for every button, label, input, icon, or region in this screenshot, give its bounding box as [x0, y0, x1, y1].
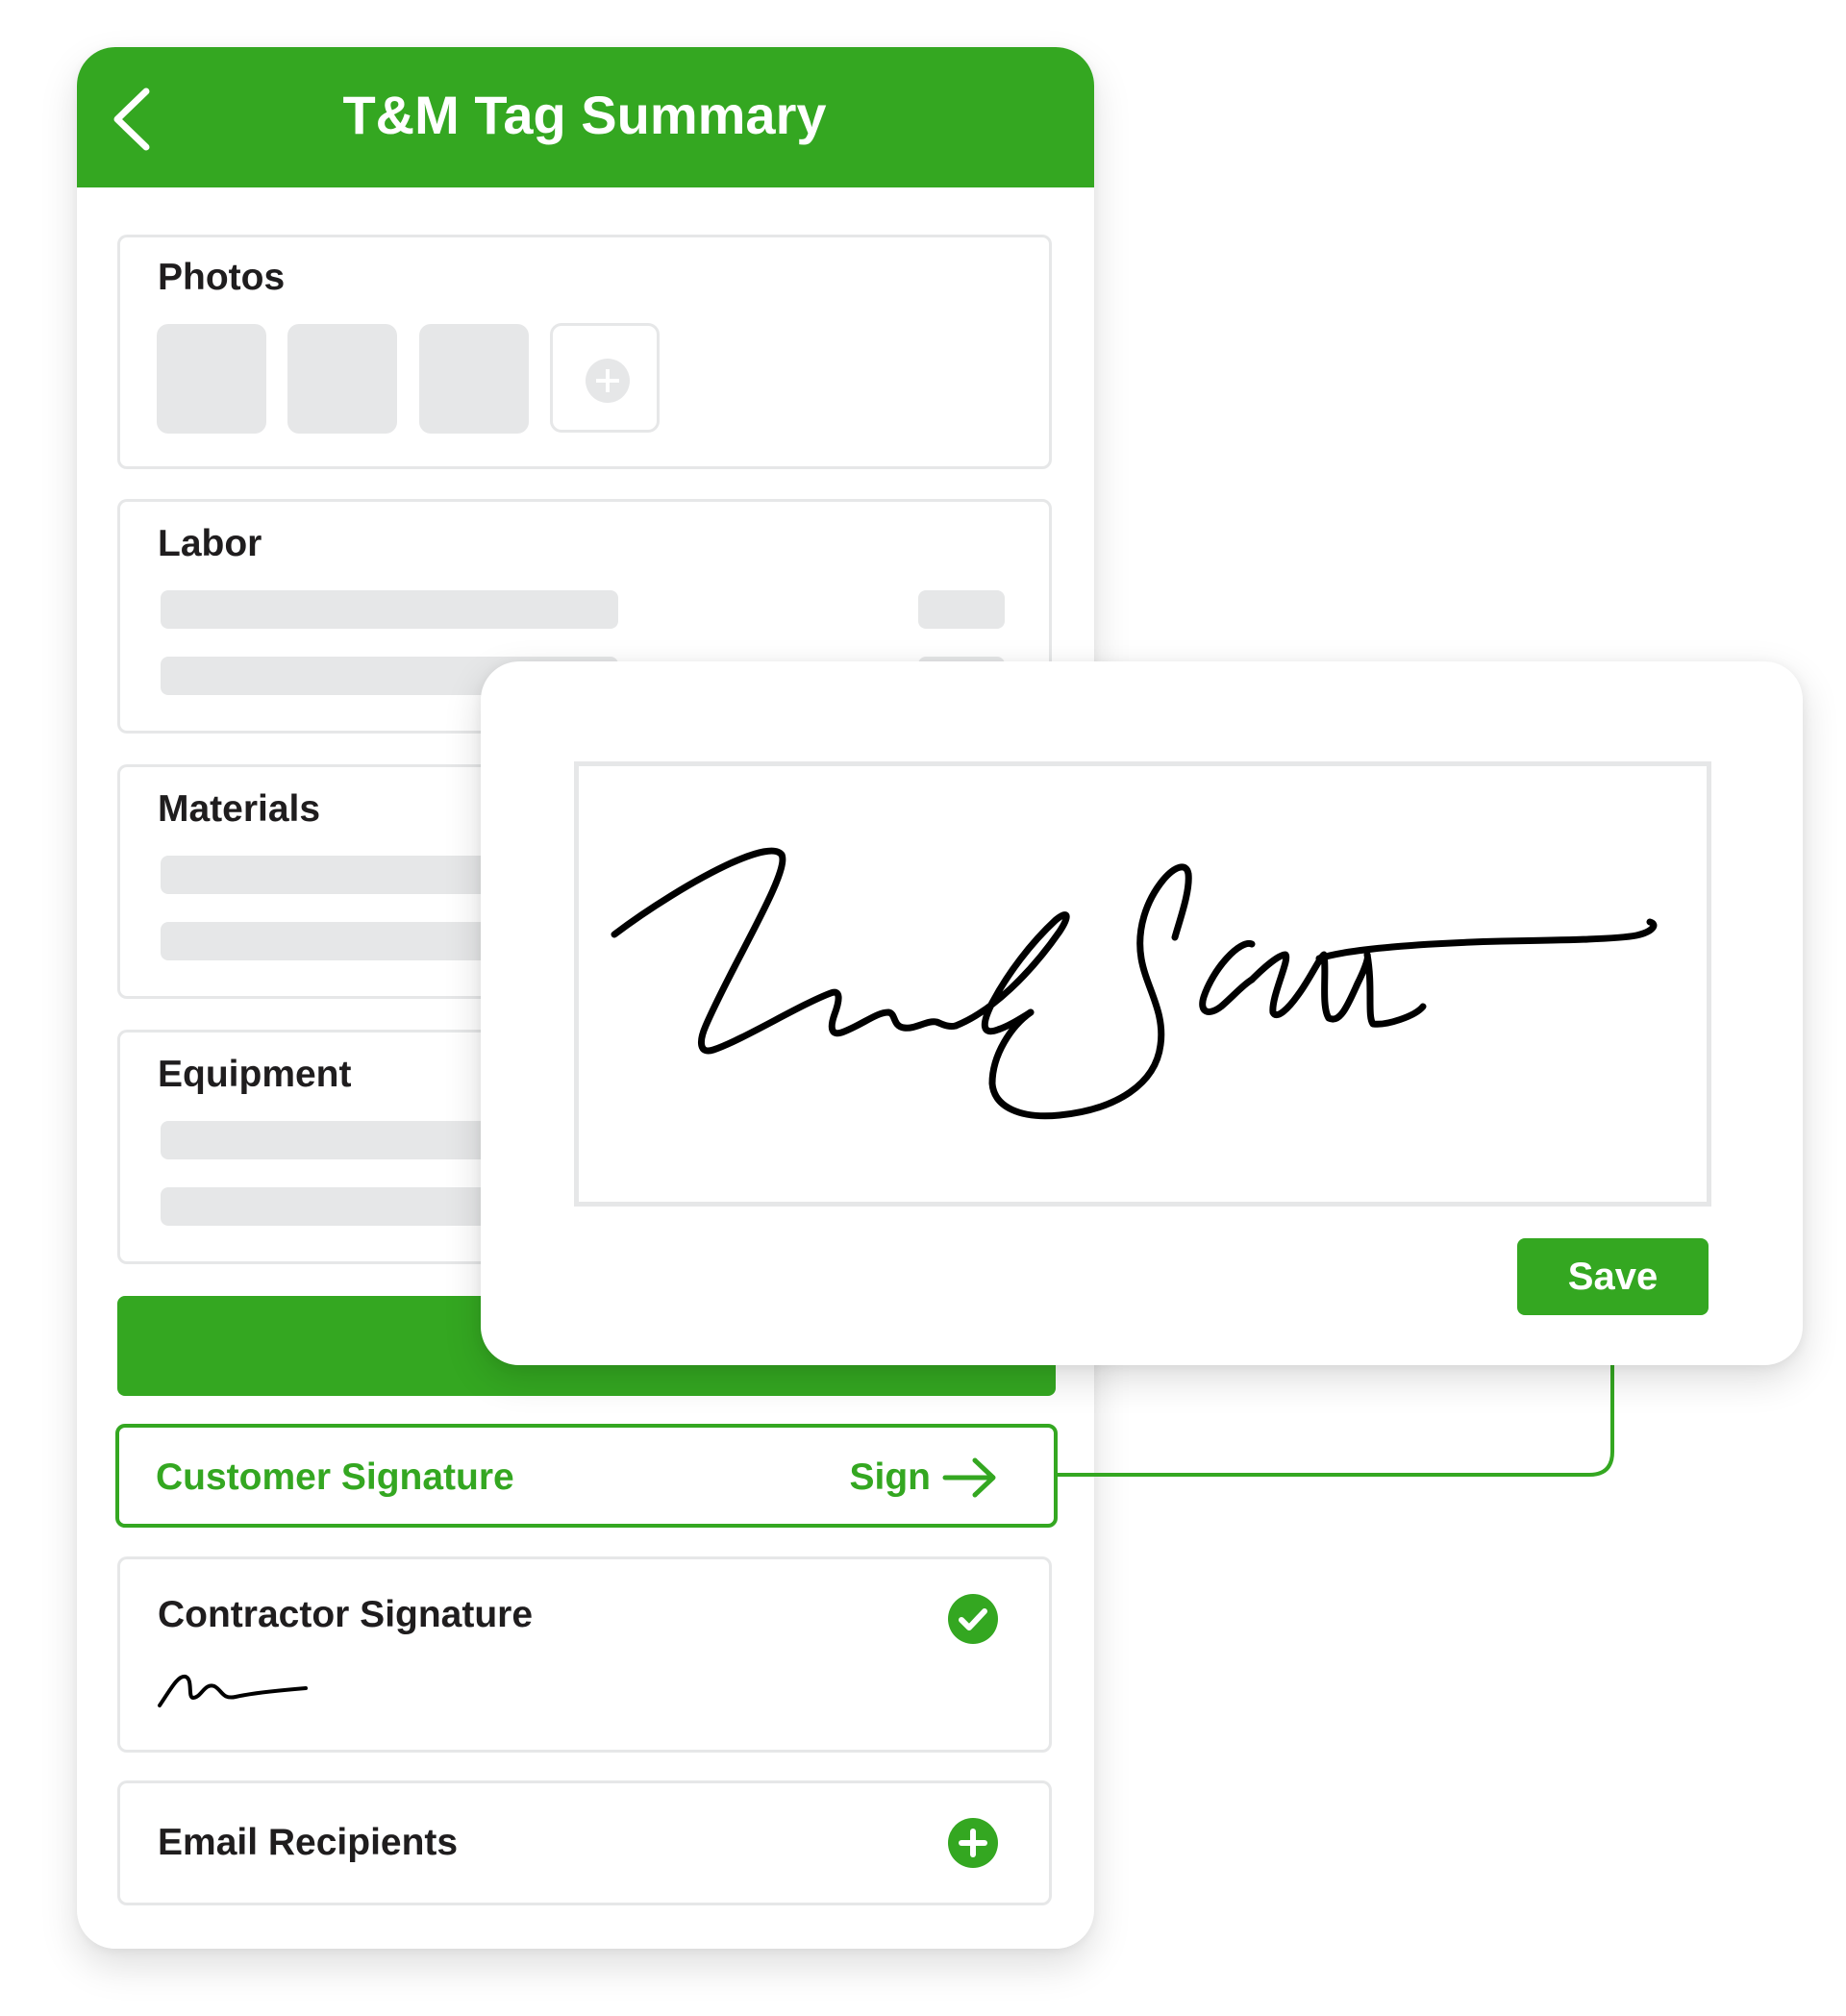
skeleton-line	[161, 590, 618, 629]
plus-circle-icon	[586, 359, 630, 403]
signature-pad[interactable]	[574, 761, 1711, 1207]
photo-thumbnail[interactable]	[419, 324, 529, 434]
skeleton-value	[918, 590, 1005, 629]
photos-card: Photos	[117, 235, 1052, 469]
materials-title: Materials	[158, 788, 321, 830]
add-photo-button[interactable]	[550, 323, 660, 433]
photo-thumbnail[interactable]	[287, 324, 397, 434]
check-circle-icon	[948, 1594, 998, 1644]
email-recipients-label: Email Recipients	[158, 1822, 459, 1863]
signature-drawing	[611, 847, 1658, 1120]
signature-modal: Save	[481, 661, 1803, 1365]
plus-circle-icon[interactable]	[948, 1818, 998, 1868]
email-recipients-card[interactable]: Email Recipients	[117, 1780, 1052, 1905]
app-header: T&M Tag Summary	[77, 47, 1094, 187]
customer-signature-row[interactable]: Customer Signature Sign	[115, 1424, 1058, 1528]
photos-title: Photos	[158, 257, 286, 298]
contractor-signature-image	[158, 1674, 308, 1707]
save-button[interactable]: Save	[1517, 1238, 1709, 1315]
customer-signature-label: Customer Signature	[156, 1456, 514, 1498]
equipment-title: Equipment	[158, 1054, 352, 1095]
photo-thumbnail[interactable]	[157, 324, 266, 434]
labor-title: Labor	[158, 523, 262, 564]
contractor-signature-card[interactable]: Contractor Signature	[117, 1556, 1052, 1753]
page-title: T&M Tag Summary	[342, 85, 827, 145]
arrow-right-icon	[942, 1457, 996, 1498]
sign-link[interactable]: Sign	[850, 1456, 932, 1499]
contractor-signature-label: Contractor Signature	[158, 1594, 534, 1635]
